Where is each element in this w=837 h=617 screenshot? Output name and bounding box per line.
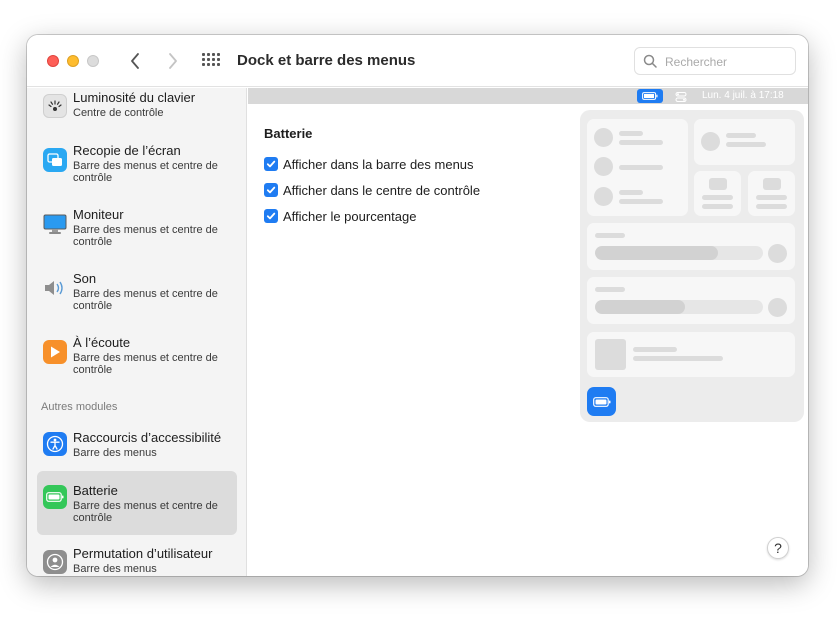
option-label: Afficher dans la barre des menus bbox=[283, 156, 474, 172]
zoom-window-button[interactable] bbox=[87, 55, 99, 67]
search-input[interactable] bbox=[665, 52, 790, 72]
sidebar-item-label: À l’écoute bbox=[73, 335, 131, 350]
sidebar-item-screen-mirroring[interactable]: Recopie de l’écran Barre des menus et ce… bbox=[37, 140, 237, 190]
sidebar-item-label: Raccourcis d’accessibilité bbox=[73, 430, 222, 445]
option-label: Afficher dans le centre de contrôle bbox=[283, 182, 481, 198]
preview-battery-icon bbox=[587, 387, 616, 416]
sidebar-item-now-playing[interactable]: À l’écoute Barre des menus et centre de … bbox=[37, 332, 237, 382]
menubar-clock: Lun. 4 juil. à 17:18 bbox=[702, 90, 784, 101]
accessibility-icon bbox=[43, 432, 67, 456]
battery-settings-pane: Lun. 4 juil. à 17:18 Batterie Afficher d… bbox=[248, 88, 808, 576]
option-label: Afficher le pourcentage bbox=[283, 208, 417, 224]
sidebar-item-sound[interactable]: Son Barre des menus et centre de contrôl… bbox=[37, 268, 237, 318]
minimize-window-button[interactable] bbox=[67, 55, 79, 67]
titlebar: Dock et barre des menus bbox=[27, 35, 808, 87]
preview-small-tile-2 bbox=[748, 171, 795, 216]
checkmark-icon bbox=[266, 160, 276, 168]
option-show-in-control-center[interactable]: Afficher dans le centre de contrôle bbox=[264, 181, 480, 199]
control-center-preview bbox=[580, 110, 804, 422]
now-playing-icon bbox=[43, 340, 67, 364]
chevron-left-icon bbox=[131, 53, 139, 69]
preview-connectivity-tile bbox=[587, 119, 688, 216]
sidebar-item-battery[interactable]: Batterie Barre des menus et centre de co… bbox=[37, 471, 237, 535]
forward-button[interactable] bbox=[162, 50, 184, 72]
chevron-right-icon bbox=[169, 53, 177, 69]
sidebar-item-sublabel: Centre de contrôle bbox=[73, 107, 164, 119]
preview-sound-slider-tile bbox=[587, 277, 795, 324]
help-button[interactable]: ? bbox=[767, 537, 789, 559]
sidebar-item-sublabel: Barre des menus et centre de contrôle bbox=[73, 352, 218, 376]
checkbox-checked[interactable] bbox=[264, 209, 278, 223]
checkmark-icon bbox=[266, 186, 276, 194]
sidebar: Luminosité du clavier Centre de contrôle… bbox=[27, 88, 247, 576]
sidebar-item-label: Batterie bbox=[73, 483, 118, 498]
menubar-control-center-icon bbox=[675, 90, 687, 102]
sidebar-item-label: Moniteur bbox=[73, 207, 124, 222]
sidebar-item-user-switching[interactable]: Permutation d’utilisateur Barre des menu… bbox=[37, 544, 237, 576]
keyboard-brightness-icon bbox=[43, 94, 67, 118]
search-icon bbox=[643, 54, 657, 68]
sidebar-item-label: Recopie de l’écran bbox=[73, 143, 181, 158]
speaker-icon bbox=[43, 276, 67, 300]
close-window-button[interactable] bbox=[47, 55, 59, 67]
checkmark-icon bbox=[266, 212, 276, 220]
checkbox-checked[interactable] bbox=[264, 183, 278, 197]
sidebar-item-sublabel: Barre des menus et centre de contrôle bbox=[73, 160, 218, 184]
option-show-percentage[interactable]: Afficher le pourcentage bbox=[264, 207, 416, 225]
sidebar-item-sublabel: Barre des menus et centre de contrôle bbox=[73, 224, 218, 248]
window-title: Dock et barre des menus bbox=[237, 52, 416, 69]
back-button[interactable] bbox=[124, 50, 146, 72]
battery-icon bbox=[43, 485, 67, 509]
sidebar-item-label: Luminosité du clavier bbox=[73, 90, 196, 105]
sidebar-item-sublabel: Barre des menus bbox=[73, 447, 157, 459]
sidebar-item-label: Son bbox=[73, 271, 97, 286]
preview-focus-tile bbox=[694, 119, 795, 165]
preview-small-tile-1 bbox=[694, 171, 741, 216]
option-show-in-menubar[interactable]: Afficher dans la barre des menus bbox=[264, 155, 474, 173]
search-field[interactable] bbox=[634, 47, 796, 75]
display-icon bbox=[43, 212, 67, 236]
section-label-other-modules: Autres modules bbox=[41, 401, 118, 413]
sidebar-item-keyboard-brightness[interactable]: Luminosité du clavier Centre de contrôle bbox=[37, 88, 237, 128]
section-title: Batterie bbox=[264, 126, 313, 141]
sidebar-item-sublabel: Barre des menus et centre de contrôle bbox=[73, 500, 218, 524]
sidebar-item-sublabel: Barre des menus et centre de contrôle bbox=[73, 288, 218, 312]
sidebar-item-sublabel: Barre des menus bbox=[73, 563, 157, 575]
preview-now-playing-tile bbox=[587, 332, 795, 377]
checkbox-checked[interactable] bbox=[264, 157, 278, 171]
preview-display-slider-tile bbox=[587, 223, 795, 270]
sidebar-item-accessibility-shortcuts[interactable]: Raccourcis d’accessibilité Barre des men… bbox=[37, 428, 237, 468]
show-all-grid-button[interactable] bbox=[202, 53, 222, 69]
preferences-window: Dock et barre des menus Luminosité du cl… bbox=[27, 35, 808, 576]
screen-mirroring-icon bbox=[43, 148, 67, 172]
sidebar-item-display[interactable]: Moniteur Barre des menus et centre de co… bbox=[37, 204, 237, 254]
menubar-battery-icon bbox=[637, 89, 663, 103]
menubar-preview: Lun. 4 juil. à 17:18 bbox=[248, 88, 808, 104]
sidebar-item-label: Permutation d’utilisateur bbox=[73, 546, 213, 561]
user-switch-icon bbox=[43, 550, 67, 574]
